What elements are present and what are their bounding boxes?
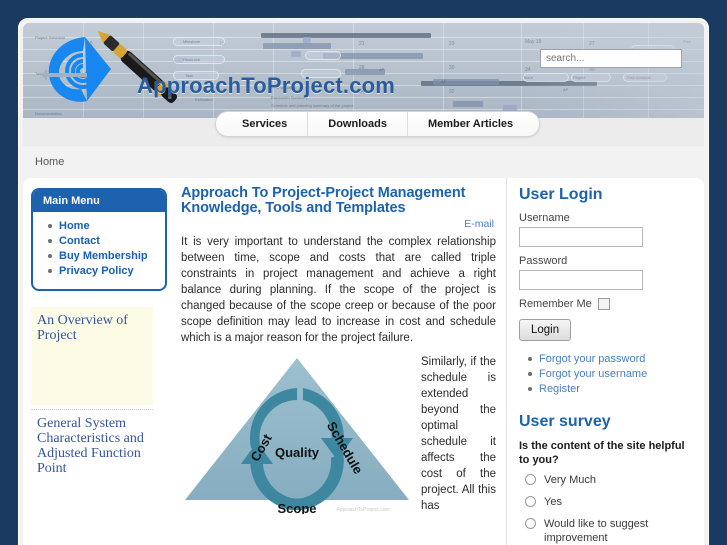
figure-label-scope: Scope [277,501,316,514]
article-column: Approach To Project-Project Management K… [175,178,506,545]
page-root: 10 15 21 23 May 18 27 23 28 30 24 30 34 … [0,0,727,545]
sidebar-banner-gsc[interactable]: General System Characteristics and Adjus… [31,416,159,476]
sidebar-divider [31,409,153,410]
sidebar-banner-overview[interactable]: An Overview of Project [31,307,153,405]
sidebar-banner-overview-title: An Overview of Project [37,313,128,343]
survey-option-very-much[interactable]: Very Much [525,473,692,487]
sidebar-item-home[interactable]: Home [59,220,90,232]
survey-option-label: Very Much [544,474,596,486]
left-sidebar: Main Menu Home Contact Buy Membership Pr… [23,178,175,545]
email-link[interactable]: E-mail [464,218,494,230]
password-input[interactable] [520,272,642,290]
survey-option-label: Yes [544,496,562,508]
login-help-links: Forgot your password Forgot your usernam… [519,352,692,397]
radio-icon[interactable] [525,518,536,529]
header-banner: 10 15 21 23 May 18 27 23 28 30 24 30 34 … [23,23,704,118]
nav-item-downloads[interactable]: Downloads [308,112,408,136]
survey-option-suggest-improvement[interactable]: Would like to suggest improvement [525,517,692,545]
triple-constraint-triangle: Cost Schedule Scope Quality ApproachToPr… [181,354,413,516]
site-container: 10 15 21 23 May 18 27 23 28 30 24 30 34 … [18,18,709,545]
search-input[interactable] [541,53,681,64]
list-item: Contact [48,234,161,248]
sidebar-item-contact[interactable]: Contact [59,235,100,247]
article-paragraph-1: It is very important to understand the c… [181,236,496,344]
list-item: Forgot your username [528,367,692,382]
main-menu-module: Main Menu Home Contact Buy Membership Pr… [31,188,167,291]
list-item: Forgot your password [528,352,692,367]
remember-me-checkbox[interactable] [597,298,610,310]
list-item: Privacy Policy [48,264,161,278]
forgot-username-link[interactable]: Forgot your username [539,368,647,380]
remember-me-row: Remember Me [519,298,692,310]
list-item: Buy Membership [48,249,161,263]
figure-label-quality: Quality [275,445,320,460]
sidebar-item-buy-membership[interactable]: Buy Membership [59,250,148,262]
breadcrumb: Home [23,146,704,178]
main-menu-body: Home Contact Buy Membership Privacy Poli… [33,212,165,289]
username-input[interactable] [520,229,642,247]
username-label: Username [519,212,570,224]
search-box[interactable] [540,49,682,68]
main-navigation: Services Downloads Member Articles [215,111,541,137]
right-sidebar: User Login Username Password Remember Me… [506,178,704,545]
content-area: Main Menu Home Contact Buy Membership Pr… [23,178,704,545]
login-button[interactable]: Login [519,319,572,341]
register-link[interactable]: Register [539,383,580,395]
figure-watermark: ApproachToProject.com [336,507,389,513]
radio-icon[interactable] [525,496,536,507]
user-survey-title: User survey [519,413,611,430]
survey-option-yes[interactable]: Yes [525,495,692,509]
site-logo[interactable]: ApproachToProject.com [37,29,395,111]
remember-me-label: Remember Me [519,298,592,310]
page-title: Approach To Project-Project Management K… [181,185,466,216]
user-login-title: User Login [519,186,603,203]
sidebar-banner-gsc-title: General System Characteristics and Adjus… [37,416,144,476]
password-field[interactable] [519,270,643,290]
list-item: Register [528,382,692,397]
nav-strip: Services Downloads Member Articles [23,111,704,146]
main-menu-title: Main Menu [33,190,165,212]
breadcrumb-home[interactable]: Home [35,156,64,168]
nav-item-services[interactable]: Services [216,112,309,136]
nav-item-member-articles[interactable]: Member Articles [407,112,540,136]
list-item: Home [48,219,161,233]
password-label: Password [519,255,568,267]
survey-question: Is the content of the site helpful to yo… [519,440,685,466]
banner-gradient-overlay [524,23,704,118]
logo-text: ApproachToProject.com [137,73,396,98]
sidebar-item-privacy-policy[interactable]: Privacy Policy [59,265,134,277]
article-tools: E-mail [181,218,496,230]
forgot-password-link[interactable]: Forgot your password [539,353,645,365]
username-field[interactable] [519,227,643,247]
radio-icon[interactable] [525,474,536,485]
survey-option-label: Would like to suggest improvement [544,518,649,544]
